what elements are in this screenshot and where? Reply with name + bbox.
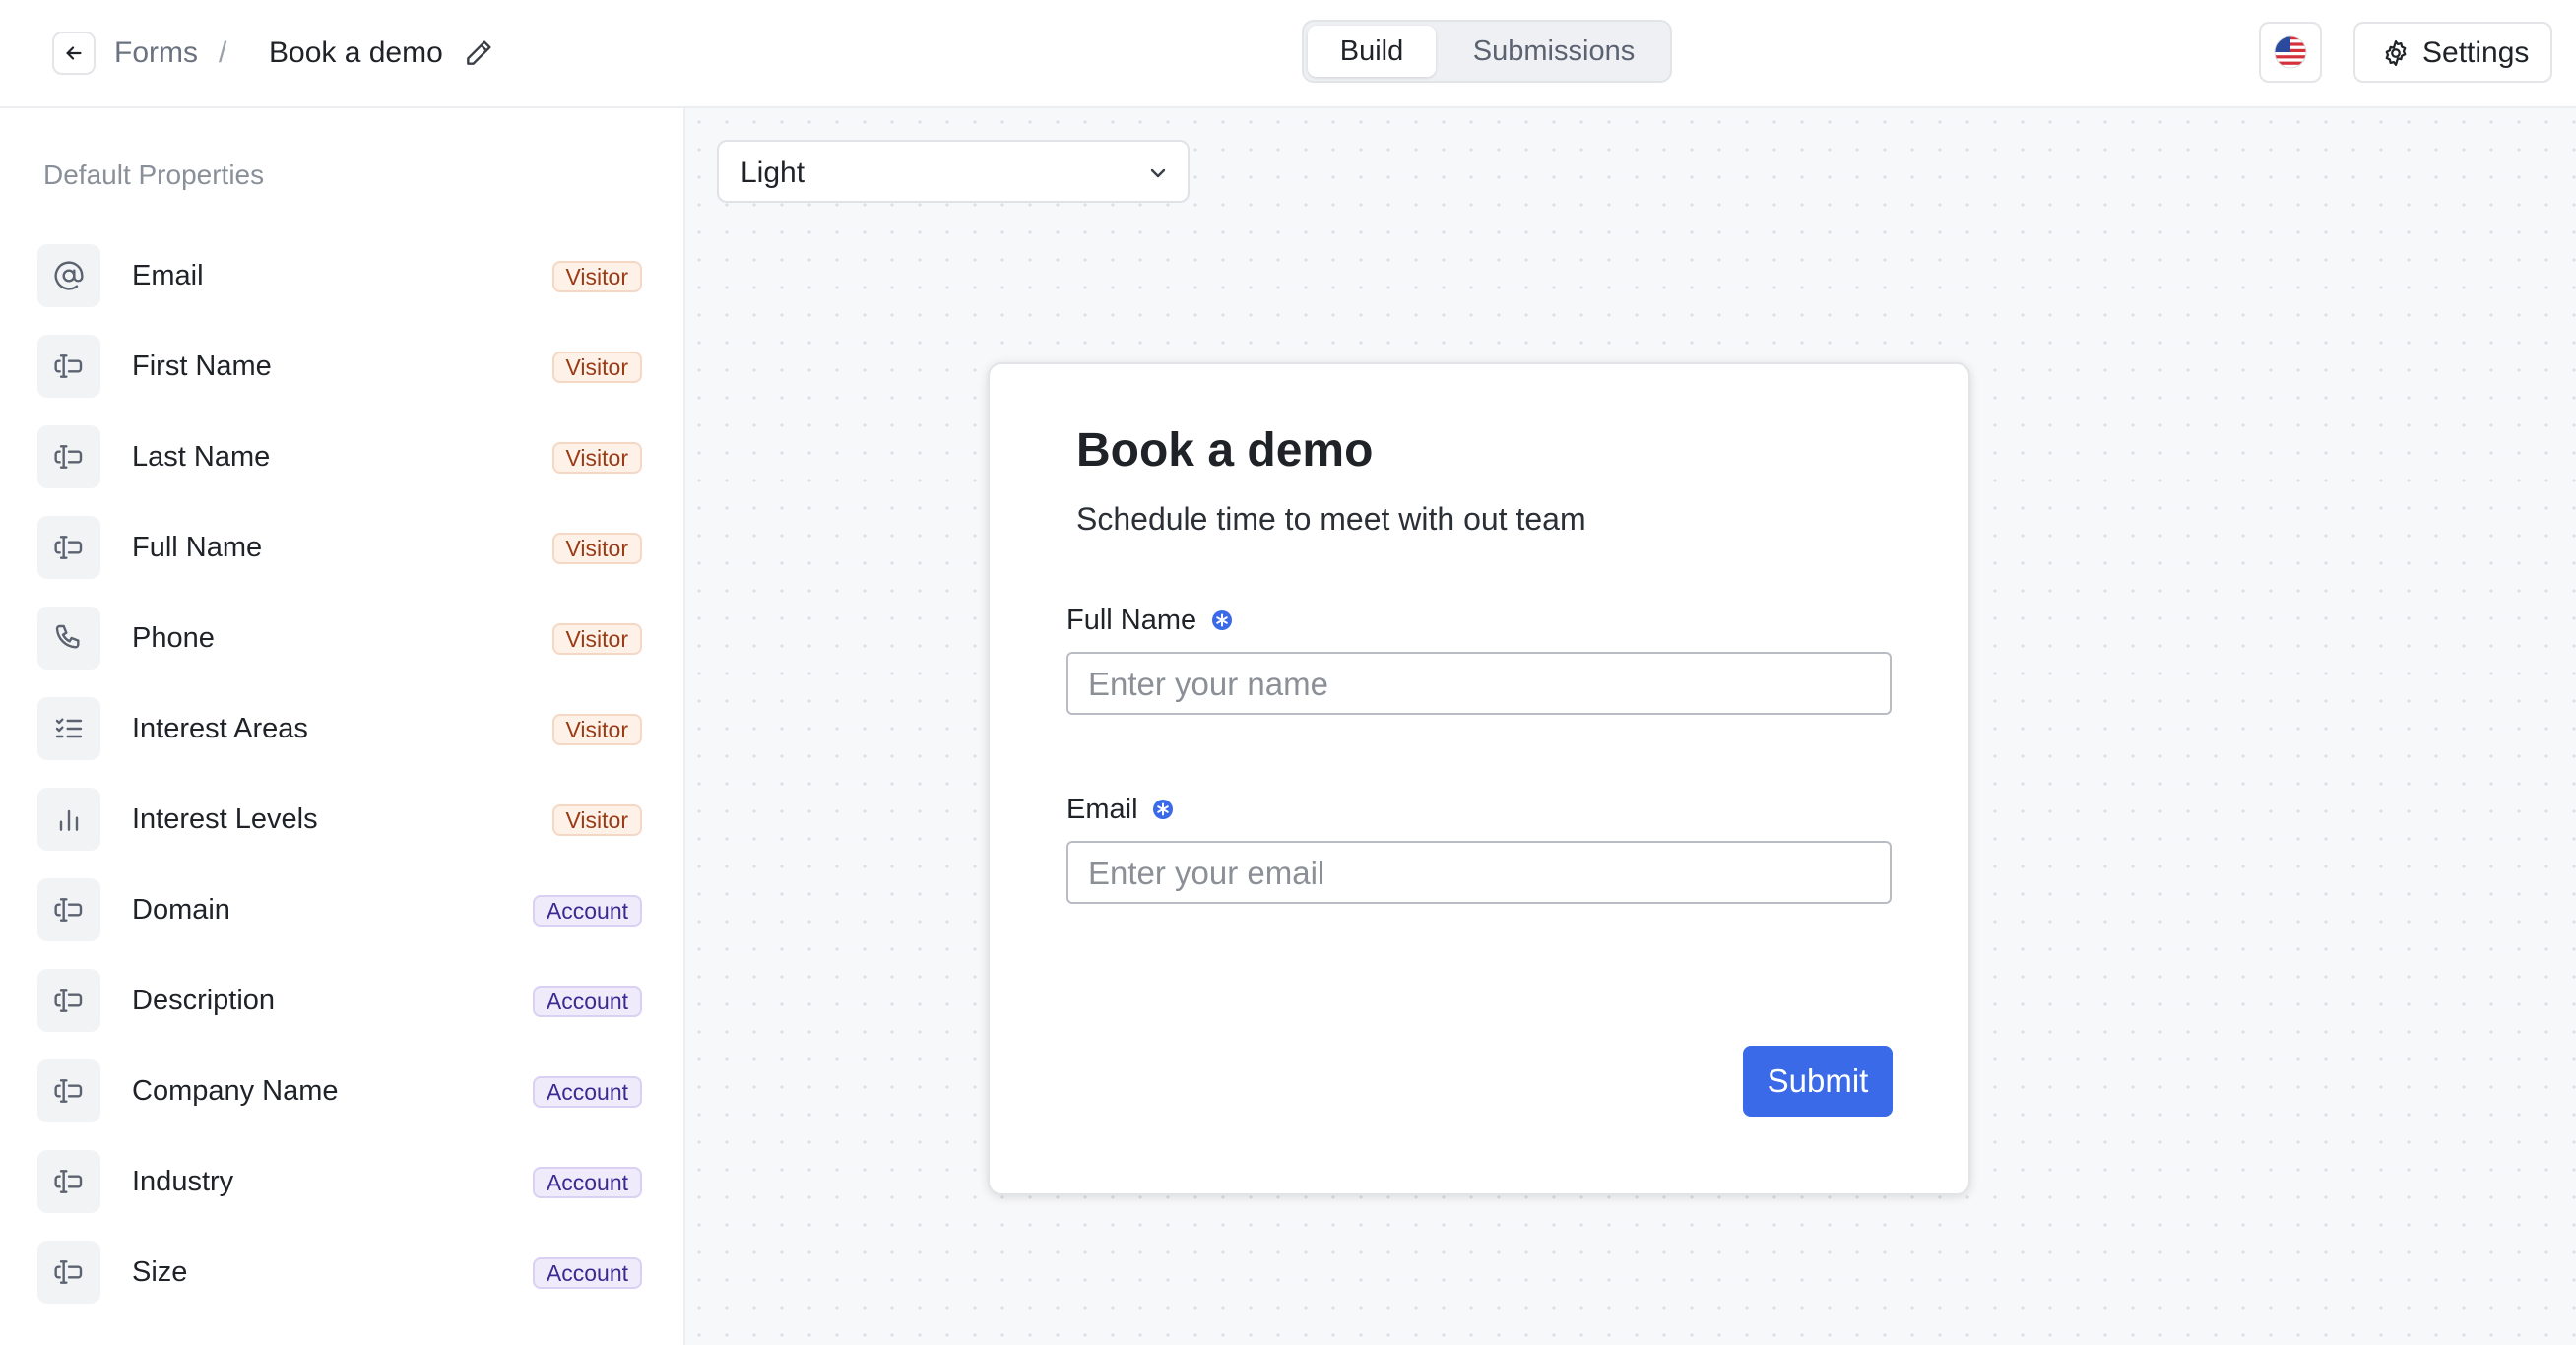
- pencil-icon[interactable]: [463, 37, 494, 69]
- checklist-icon: [55, 718, 83, 738]
- settings-label: Settings: [2422, 36, 2530, 69]
- sidebar-title: Default Properties: [43, 160, 265, 190]
- visitor-badge: Visitor: [551, 442, 642, 474]
- property-label: Last Name: [132, 441, 271, 473]
- phone-icon: [55, 624, 80, 649]
- view-toggle: Build Submissions: [1302, 20, 1672, 83]
- property-label: Email: [132, 260, 204, 291]
- property-item-first-name[interactable]: First Name Visitor: [37, 335, 642, 398]
- property-item-interest-levels[interactable]: Interest Levels Visitor: [37, 788, 642, 851]
- property-label: Description: [132, 985, 276, 1016]
- property-label: Domain: [132, 894, 230, 926]
- arrow-left-icon: [66, 46, 82, 60]
- property-label: Company Name: [132, 1075, 339, 1107]
- tab-build[interactable]: Build: [1308, 26, 1436, 77]
- text-field-icon: [54, 989, 83, 1012]
- visitor-badge: Visitor: [551, 714, 642, 745]
- text-field-icon: [54, 1079, 83, 1103]
- visitor-badge: Visitor: [551, 352, 642, 383]
- breadcrumb-current-form: Book a demo: [269, 36, 443, 69]
- at-icon: [54, 261, 84, 290]
- visitor-badge: Visitor: [551, 623, 642, 655]
- properties-sidebar: Default Properties Email Visitor First N…: [0, 108, 685, 1345]
- account-badge: Account: [532, 1257, 642, 1289]
- property-item-phone[interactable]: Phone Visitor: [37, 607, 642, 670]
- property-label: Industry: [132, 1166, 234, 1197]
- property-item-industry[interactable]: Industry Account: [37, 1150, 642, 1213]
- form-title[interactable]: Book a demo: [1076, 421, 1373, 480]
- submit-button[interactable]: Submit: [1743, 1046, 1893, 1117]
- language-button[interactable]: [2259, 22, 2322, 83]
- email-placeholder: Enter your email: [1088, 855, 1325, 891]
- visitor-badge: Visitor: [551, 804, 642, 836]
- full-name-input[interactable]: Enter your name: [1066, 652, 1892, 715]
- bar-chart-icon: [59, 809, 79, 831]
- tab-submissions[interactable]: Submissions: [1442, 26, 1666, 77]
- us-flag-icon: [2274, 35, 2307, 69]
- top-bar: Forms / Book a demo Build Submissions Se…: [0, 0, 2576, 108]
- form-canvas: Light Book a demo Schedule time to meet …: [685, 108, 2576, 1345]
- theme-select[interactable]: Light: [717, 140, 1190, 203]
- property-item-last-name[interactable]: Last Name Visitor: [37, 425, 642, 488]
- property-item-interest-areas[interactable]: Interest Areas Visitor: [37, 697, 642, 760]
- required-asterisk-icon: [1212, 610, 1232, 630]
- text-field-icon: [54, 1170, 83, 1193]
- property-item-size[interactable]: Size Account: [37, 1241, 642, 1304]
- property-label: First Name: [132, 351, 272, 382]
- text-field-icon: [54, 445, 83, 469]
- account-badge: Account: [532, 986, 642, 1017]
- account-badge: Account: [532, 1076, 642, 1108]
- visitor-badge: Visitor: [551, 533, 642, 564]
- form-subtitle[interactable]: Schedule time to meet with out team: [1076, 498, 1586, 540]
- account-badge: Account: [532, 1167, 642, 1198]
- breadcrumb-forms-link[interactable]: Forms: [114, 33, 198, 73]
- back-button[interactable]: [52, 32, 96, 75]
- chevron-down-icon: [1150, 168, 1166, 178]
- text-field-icon: [54, 536, 83, 559]
- property-item-domain[interactable]: Domain Account: [37, 878, 642, 941]
- text-field-icon: [54, 898, 83, 922]
- property-item-email[interactable]: Email Visitor: [37, 244, 642, 307]
- property-label: Full Name: [132, 532, 263, 563]
- property-label: Interest Levels: [132, 803, 318, 835]
- property-item-company-name[interactable]: Company Name Account: [37, 1059, 642, 1122]
- full-name-label: Full Name: [1066, 605, 1197, 636]
- theme-select-value: Light: [741, 157, 805, 189]
- gear-icon: [2385, 40, 2407, 66]
- required-asterisk-icon: [1153, 800, 1173, 819]
- email-label: Email: [1066, 794, 1138, 825]
- property-label: Phone: [132, 622, 215, 654]
- form-preview-card: Book a demo Schedule time to meet with o…: [988, 362, 1970, 1195]
- property-item-description[interactable]: Description Account: [37, 969, 642, 1032]
- text-field-icon: [54, 354, 83, 378]
- property-label: Interest Areas: [132, 713, 308, 744]
- full-name-placeholder: Enter your name: [1088, 666, 1328, 702]
- property-item-full-name[interactable]: Full Name Visitor: [37, 516, 642, 579]
- visitor-badge: Visitor: [551, 261, 642, 292]
- settings-button[interactable]: Settings: [2353, 22, 2552, 83]
- account-badge: Account: [532, 895, 642, 927]
- email-input[interactable]: Enter your email: [1066, 841, 1892, 904]
- text-field-icon: [54, 1260, 83, 1284]
- breadcrumb-separator: /: [219, 36, 227, 69]
- property-label: Size: [132, 1256, 188, 1288]
